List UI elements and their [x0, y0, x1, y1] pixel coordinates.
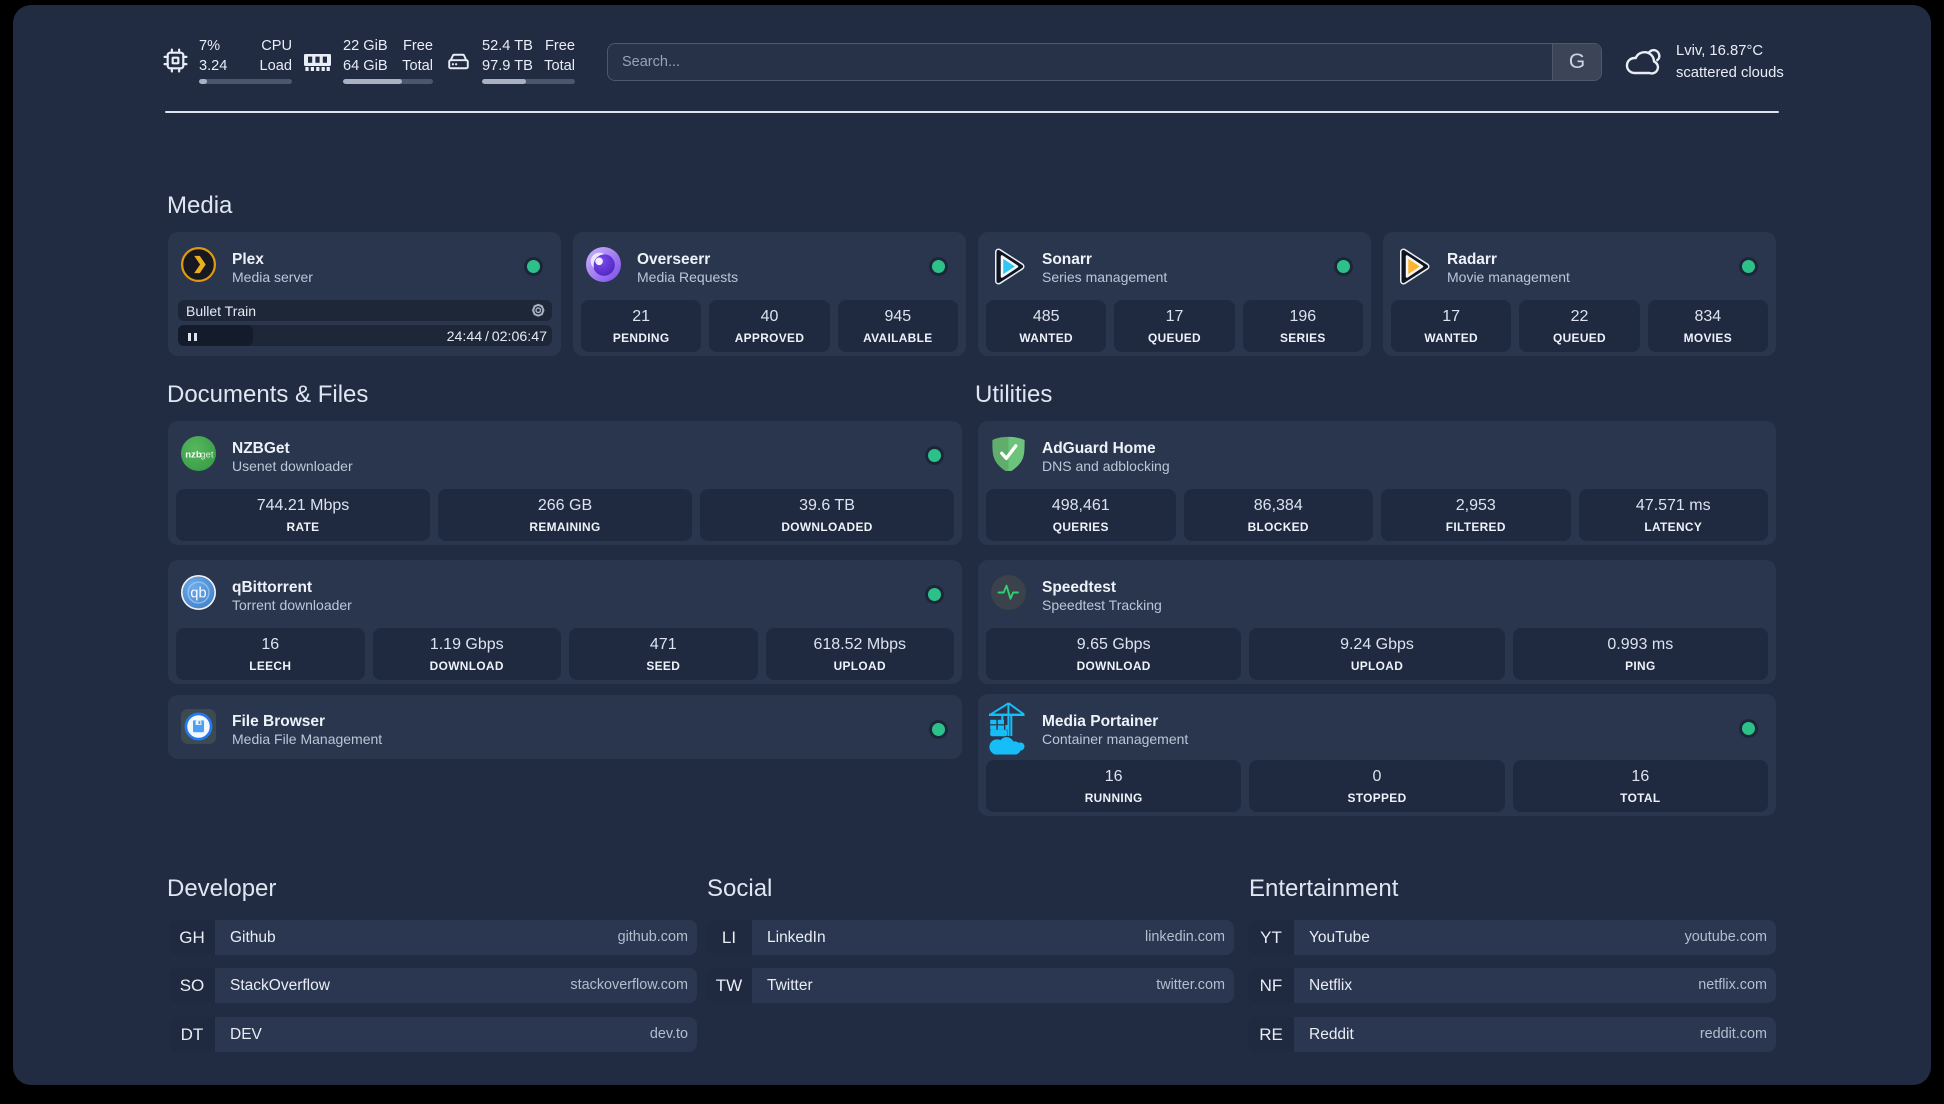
svg-text:qb: qb — [190, 586, 206, 602]
svg-text:get: get — [200, 449, 214, 460]
